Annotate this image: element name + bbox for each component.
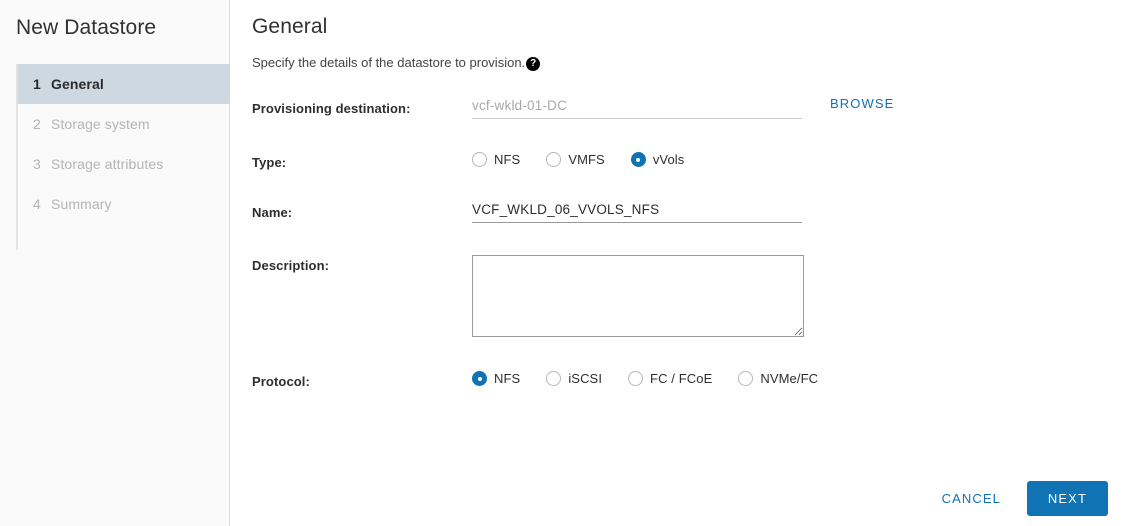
- cancel-button[interactable]: CANCEL: [928, 483, 1015, 514]
- protocol-radio-iscsi[interactable]: iSCSI: [546, 371, 602, 386]
- step-label-storage-attributes: Storage attributes: [51, 156, 164, 172]
- provisioning-destination-label: Provisioning destination:: [252, 101, 411, 116]
- description-label: Description:: [252, 258, 330, 273]
- provisioning-destination-field-col: BROWSE: [472, 96, 1132, 119]
- type-radio-nfs-label: NFS: [494, 152, 521, 167]
- protocol-radio-nfs[interactable]: NFS: [472, 371, 520, 386]
- wizard-sidebar: New Datastore 1 General 2 Storage system…: [0, 0, 230, 526]
- field-row-description: Description:: [252, 255, 1132, 337]
- wizard-step-list: 1 General 2 Storage system 3 Storage att…: [0, 64, 230, 250]
- wizard-main-panel: General Specify the details of the datas…: [230, 0, 1132, 526]
- wizard-title: New Datastore: [16, 16, 157, 39]
- sidebar-item-general[interactable]: 1 General: [18, 64, 230, 104]
- help-circle-icon[interactable]: ?: [526, 57, 541, 71]
- protocol-radio-nfs-label: NFS: [494, 371, 521, 386]
- step-number-2: 2: [33, 116, 41, 132]
- radio-circle-icon: [472, 152, 487, 167]
- new-datastore-wizard: New Datastore 1 General 2 Storage system…: [0, 0, 1132, 526]
- field-row-type: Type: NFS VMFS vVols: [252, 150, 1132, 170]
- protocol-radio-iscsi-label: iSCSI: [568, 371, 603, 386]
- type-radio-vmfs[interactable]: VMFS: [546, 152, 605, 167]
- description-textarea[interactable]: [472, 255, 804, 337]
- step-label-storage-system: Storage system: [51, 116, 150, 132]
- name-label: Name:: [252, 205, 293, 220]
- protocol-radio-group: NFS iSCSI FC / FCoE NVMe/FC: [472, 369, 1132, 386]
- name-field-col: [472, 200, 1132, 223]
- wizard-footer: CANCEL NEXT: [928, 481, 1108, 516]
- page-subtitle: Specify the details of the datastore to …: [230, 41, 1132, 72]
- step-number-1: 1: [33, 76, 41, 92]
- page-title: General: [252, 15, 328, 38]
- radio-circle-filled-icon: [630, 152, 646, 167]
- radio-circle-icon: [628, 371, 644, 386]
- field-row-protocol: Protocol: NFS iSCSI FC / FCoE NVMe/FC: [252, 369, 1132, 389]
- general-form: Provisioning destination: BROWSE Type: N…: [230, 96, 1132, 389]
- protocol-radio-nvme-fc[interactable]: NVMe/FC: [738, 371, 818, 386]
- protocol-radio-fc-fcoe[interactable]: FC / FCoE: [628, 371, 712, 386]
- radio-circle-icon: [546, 371, 562, 386]
- type-radio-nfs[interactable]: NFS: [472, 152, 520, 167]
- next-button[interactable]: NEXT: [1026, 481, 1108, 516]
- field-row-provisioning-destination: Provisioning destination: BROWSE: [252, 96, 1132, 119]
- step-number-4: 4: [33, 196, 41, 212]
- type-radio-vvols[interactable]: vVols: [630, 152, 685, 167]
- protocol-field-col: NFS iSCSI FC / FCoE NVMe/FC: [472, 369, 1132, 386]
- sidebar-item-summary[interactable]: 4 Summary: [18, 184, 229, 224]
- browse-button[interactable]: BROWSE: [830, 96, 894, 111]
- step-label-summary: Summary: [51, 196, 112, 212]
- page-subtitle-text: Specify the details of the datastore to …: [252, 55, 526, 70]
- radio-circle-icon: [738, 371, 754, 386]
- protocol-radio-nvme-fc-label: NVMe/FC: [760, 371, 819, 386]
- radio-circle-filled-icon: [472, 371, 487, 386]
- type-radio-vmfs-label: VMFS: [568, 152, 605, 167]
- protocol-label: Protocol:: [252, 374, 310, 389]
- type-label: Type:: [252, 155, 287, 170]
- radio-circle-icon: [546, 152, 562, 167]
- name-input[interactable]: [472, 200, 802, 223]
- field-row-name: Name:: [252, 200, 1132, 223]
- step-label-general: General: [51, 76, 104, 92]
- sidebar-item-storage-system[interactable]: 2 Storage system: [18, 104, 229, 144]
- step-number-3: 3: [33, 156, 41, 172]
- type-field-col: NFS VMFS vVols: [472, 150, 1132, 167]
- sidebar-item-storage-attributes[interactable]: 3 Storage attributes: [18, 144, 229, 184]
- type-radio-vvols-label: vVols: [652, 152, 685, 167]
- type-radio-group: NFS VMFS vVols: [472, 150, 1132, 167]
- description-field-col: [472, 255, 1132, 337]
- protocol-radio-fc-fcoe-label: FC / FCoE: [650, 371, 713, 386]
- provisioning-destination-input[interactable]: [472, 96, 802, 119]
